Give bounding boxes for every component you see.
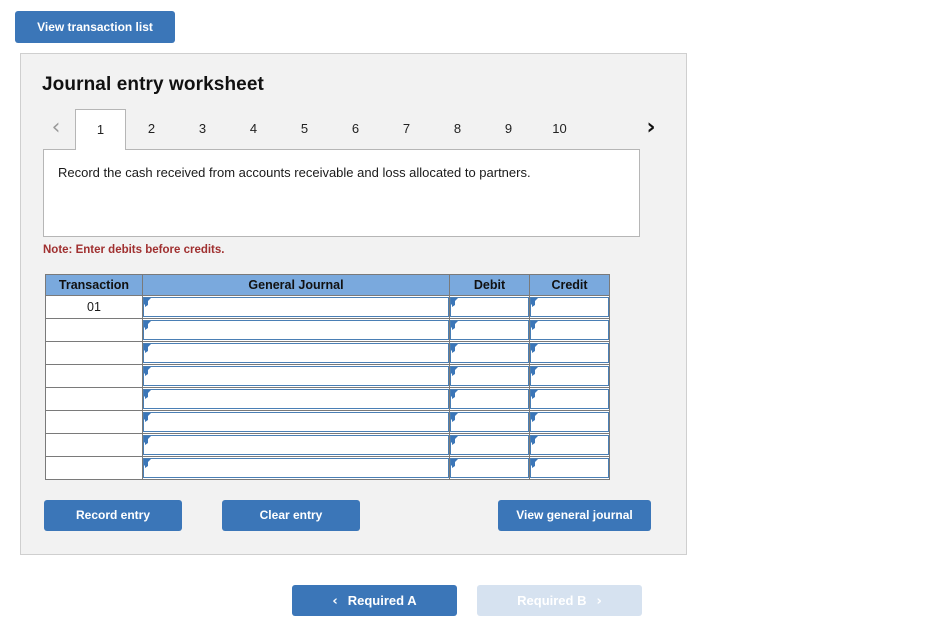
debit-input-cell[interactable] — [449, 433, 530, 457]
credit-input-cell[interactable] — [529, 456, 610, 480]
tab-2[interactable]: 2 — [126, 109, 177, 149]
debit-input-cell[interactable] — [449, 364, 530, 388]
tab-strip: ‹ 1 2 3 4 5 6 7 8 9 10 › — [43, 109, 664, 150]
general-journal-input[interactable] — [143, 389, 449, 409]
tab-5[interactable]: 5 — [279, 109, 330, 149]
general-journal-input-cell[interactable] — [142, 295, 450, 319]
debit-input[interactable] — [450, 343, 529, 363]
journal-entry-worksheet-panel: Journal entry worksheet ‹ 1 2 3 4 5 6 7 8 9 10 › … — [20, 53, 687, 555]
debit-input[interactable] — [450, 435, 529, 455]
debit-input[interactable] — [450, 389, 529, 409]
credit-input[interactable] — [530, 366, 609, 386]
tab-9[interactable]: 9 — [483, 109, 534, 149]
tab-7[interactable]: 7 — [381, 109, 432, 149]
general-journal-input-cell[interactable] — [142, 387, 450, 411]
table-row — [45, 364, 610, 388]
general-journal-input[interactable] — [143, 458, 449, 478]
required-b-button[interactable]: Required B › — [477, 585, 642, 616]
transaction-cell — [45, 387, 143, 411]
credit-input[interactable] — [530, 320, 609, 340]
general-journal-input[interactable] — [143, 343, 449, 363]
bottom-navigation: ‹ Required A Required B › — [0, 585, 948, 617]
debit-input[interactable] — [450, 458, 529, 478]
table-row — [45, 387, 610, 411]
general-journal-input-cell[interactable] — [142, 456, 450, 480]
required-b-label: Required B — [517, 593, 587, 608]
tab-6[interactable]: 6 — [330, 109, 381, 149]
general-journal-input-cell[interactable] — [142, 433, 450, 457]
table-row — [45, 410, 610, 434]
general-journal-input-cell[interactable] — [142, 341, 450, 365]
general-journal-input[interactable] — [143, 366, 449, 386]
column-header-transaction: Transaction — [45, 274, 143, 296]
transaction-cell — [45, 410, 143, 434]
debit-input-cell[interactable] — [449, 341, 530, 365]
credit-input-cell[interactable] — [529, 387, 610, 411]
transaction-cell — [45, 433, 143, 457]
credit-input-cell[interactable] — [529, 410, 610, 434]
credit-input[interactable] — [530, 458, 609, 478]
transaction-cell — [45, 318, 143, 342]
table-row — [45, 456, 610, 480]
general-journal-input[interactable] — [143, 435, 449, 455]
transaction-cell — [45, 456, 143, 480]
credit-input-cell[interactable] — [529, 364, 610, 388]
table-row — [45, 341, 610, 365]
table-row — [45, 318, 610, 342]
debit-input[interactable] — [450, 366, 529, 386]
entry-description: Record the cash received from accounts r… — [43, 149, 640, 237]
chevron-right-icon: › — [596, 594, 602, 609]
table-header-row: Transaction General Journal Debit Credit — [45, 274, 610, 296]
credit-input-cell[interactable] — [529, 433, 610, 457]
credit-input-cell[interactable] — [529, 295, 610, 319]
general-journal-input-cell[interactable] — [142, 410, 450, 434]
debit-input-cell[interactable] — [449, 387, 530, 411]
table-row: 01 — [45, 295, 610, 319]
credit-input[interactable] — [530, 343, 609, 363]
column-header-credit: Credit — [529, 274, 610, 296]
tab-3[interactable]: 3 — [177, 109, 228, 149]
clear-entry-button[interactable]: Clear entry — [222, 500, 360, 531]
transaction-cell — [45, 364, 143, 388]
credit-input[interactable] — [530, 297, 609, 317]
general-journal-input[interactable] — [143, 412, 449, 432]
tab-4[interactable]: 4 — [228, 109, 279, 149]
transaction-cell: 01 — [45, 295, 143, 319]
tab-1[interactable]: 1 — [75, 109, 126, 150]
view-transaction-list-button[interactable]: View transaction list — [15, 11, 175, 43]
required-a-button[interactable]: ‹ Required A — [292, 585, 457, 616]
debit-input-cell[interactable] — [449, 318, 530, 342]
general-journal-input-cell[interactable] — [142, 318, 450, 342]
chevron-left-icon: ‹ — [332, 594, 338, 609]
view-general-journal-button[interactable]: View general journal — [498, 500, 651, 531]
chevron-left-icon[interactable]: ‹ — [43, 113, 69, 143]
table-row — [45, 433, 610, 457]
note-text: Note: Enter debits before credits. — [43, 244, 225, 256]
credit-input[interactable] — [530, 412, 609, 432]
credit-input-cell[interactable] — [529, 341, 610, 365]
required-a-label: Required A — [347, 593, 417, 608]
transaction-cell — [45, 341, 143, 365]
tab-10[interactable]: 10 — [534, 109, 585, 149]
page-title: Journal entry worksheet — [42, 74, 264, 95]
credit-input-cell[interactable] — [529, 318, 610, 342]
column-header-debit: Debit — [449, 274, 530, 296]
credit-input[interactable] — [530, 389, 609, 409]
debit-input-cell[interactable] — [449, 410, 530, 434]
column-header-general-journal: General Journal — [142, 274, 450, 296]
journal-entry-table: Transaction General Journal Debit Credit… — [45, 274, 610, 480]
general-journal-input[interactable] — [143, 320, 449, 340]
credit-input[interactable] — [530, 435, 609, 455]
debit-input-cell[interactable] — [449, 456, 530, 480]
debit-input[interactable] — [450, 412, 529, 432]
general-journal-input-cell[interactable] — [142, 364, 450, 388]
debit-input-cell[interactable] — [449, 295, 530, 319]
record-entry-button[interactable]: Record entry — [44, 500, 182, 531]
debit-input[interactable] — [450, 297, 529, 317]
general-journal-input[interactable] — [143, 297, 449, 317]
tab-8[interactable]: 8 — [432, 109, 483, 149]
chevron-right-icon[interactable]: › — [638, 113, 664, 143]
debit-input[interactable] — [450, 320, 529, 340]
